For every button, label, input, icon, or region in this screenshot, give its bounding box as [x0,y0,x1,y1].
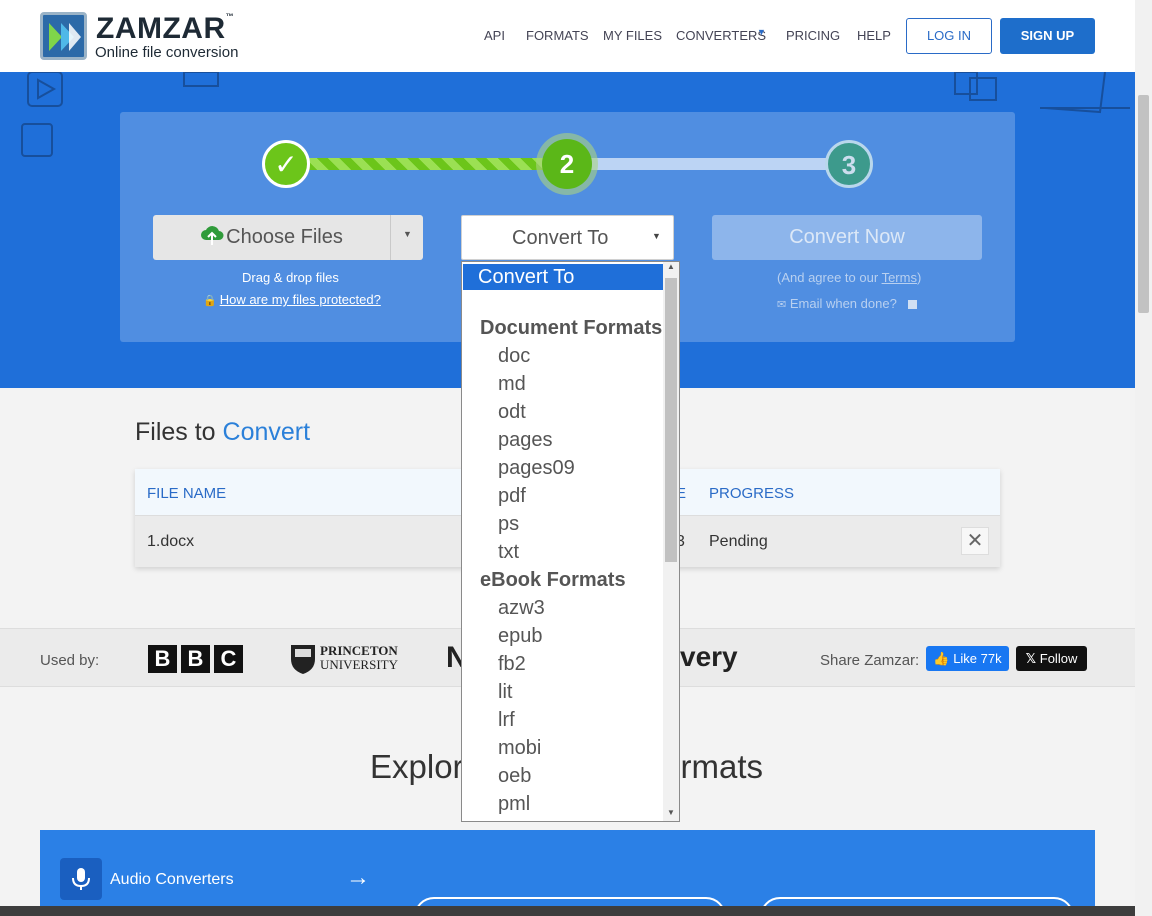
audio-converters-section: Audio Converters → [40,830,1095,916]
choose-files-label: Choose Files [226,226,343,248]
x-follow-button[interactable]: 𝕏 Follow [1016,646,1087,671]
lock-icon: 🔒 [203,295,217,307]
audio-converters-label[interactable]: Audio Converters [110,871,234,889]
dropdown-option[interactable]: odt [498,401,526,424]
dropdown-option[interactable]: pages [498,429,553,452]
convert-to-value: Convert To [512,227,609,249]
heading-highlight: Convert [222,418,311,446]
cloud-upload-icon [201,226,224,245]
close-icon: ✕ [966,530,984,552]
nav-pricing[interactable]: PRICING [786,28,840,43]
princeton-logo: PRINCETON UNIVERSITY [290,643,398,680]
signup-button[interactable]: SIGN UP [1000,18,1095,54]
convert-to-dropdown-list[interactable]: Convert To Document Formats doc md odt p… [461,261,680,822]
princeton-text: PRINCETON UNIVERSITY [320,644,398,672]
nav-converters[interactable]: CONVERTERS [676,28,766,43]
logo-title[interactable]: ZAMZAR™ [96,12,234,46]
files-to-convert-heading: Files to Convert [135,418,310,447]
dropdown-scrollbar-thumb[interactable] [665,278,677,562]
step-progress-complete [306,158,546,170]
share-label: Share Zamzar: [820,652,920,669]
remove-file-button[interactable]: ✕ [961,527,989,555]
like-label: Like 77k [953,651,1002,666]
file-name-cell: 1.docx [147,533,195,550]
dropdown-option[interactable]: lrf [498,709,515,732]
login-button[interactable]: LOG IN [906,18,992,54]
trademark: ™ [225,12,235,21]
step-2-indicator: 2 [542,139,592,189]
dropdown-option[interactable]: mobi [498,737,541,760]
agree-prefix: (And agree to our [777,270,882,285]
used-by-label: Used by: [40,652,100,669]
explore-heading-left: Explor [370,748,464,785]
bbc-logo: B B C [148,645,243,673]
thumbs-up-icon: 👍 [933,651,950,666]
dropdown-option[interactable]: txt [498,541,519,564]
dropdown-option[interactable]: fb2 [498,653,526,676]
dropdown-option[interactable]: azw3 [498,597,545,620]
step-3-indicator: 3 [825,140,873,188]
nav-help[interactable]: HELP [857,28,891,43]
optgroup-ebook-formats: eBook Formats [480,569,626,591]
microphone-icon [60,858,102,900]
chevron-down-icon: ▼ [403,229,412,239]
heading-prefix: Files to [135,418,223,446]
follow-label: Follow [1039,651,1078,666]
bbc-letter: C [214,645,243,673]
files-protected-link[interactable]: 🔒 How are my files protected? [203,292,381,307]
explore-heading-right: rmats [680,748,764,785]
choose-files-button[interactable]: Choose Files [153,215,390,260]
email-when-done-label: Email when done? [789,296,897,311]
nav-formats[interactable]: FORMATS [526,28,589,43]
dropdown-option[interactable]: md [498,373,526,396]
terms-link[interactable]: Terms [882,270,917,285]
site-header: ZAMZAR™ Online file conversion API FORMA… [0,0,1135,72]
files-protected-text: How are my files protected? [219,292,381,307]
facebook-like-button[interactable]: 👍 Like 77k [926,646,1009,671]
envelope-icon: ✉ [777,299,787,311]
dropdown-option[interactable]: pages09 [498,457,575,480]
dropdown-option[interactable]: epub [498,625,543,648]
dropdown-option[interactable]: ps [498,513,519,536]
taskbar-strip [0,906,1152,916]
logo-subtitle: Online file conversion [95,44,239,61]
convert-now-button[interactable]: Convert Now [712,215,982,260]
dropdown-option[interactable]: oeb [498,765,531,788]
email-when-done: ✉ Email when done? [777,296,918,311]
zamzar-logo-icon[interactable] [40,12,87,60]
logo-title-text: ZAMZAR [96,12,226,45]
dropdown-option[interactable]: doc [498,345,530,368]
bbc-letter: B [181,645,210,673]
arrow-right-icon[interactable]: → [346,864,370,892]
scroll-down-arrow-icon[interactable]: ▼ [667,808,675,817]
nav-my-files[interactable]: MY FILES [603,28,662,43]
princeton-line-1: PRINCETON [320,643,398,658]
choose-files-dropdown-toggle[interactable]: ▼ [390,215,423,260]
converters-caret-icon: ▼ [757,27,766,37]
princeton-shield-icon [291,645,315,674]
dropdown-option[interactable]: pdf [498,485,526,508]
progress-cell: Pending [709,533,768,550]
agree-terms-text: (And agree to our Terms) [777,270,921,285]
step-1-check-icon: ✓ [262,140,310,188]
convert-to-select[interactable]: Convert To ▼ [461,215,674,260]
email-checkbox[interactable] [908,300,918,309]
page-scrollbar-thumb[interactable] [1138,95,1149,313]
bbc-letter: B [148,645,177,673]
x-logo-icon: 𝕏 [1025,651,1037,666]
column-file-name: FILE NAME [147,485,227,502]
dropdown-option[interactable]: pml [498,793,530,816]
drag-drop-text: Drag & drop files [242,270,339,285]
partial-logo-discovery: very [680,641,738,672]
agree-suffix: ) [916,270,922,285]
dropdown-option[interactable]: lit [498,681,512,704]
column-progress: PROGRESS [709,485,795,502]
nav-api[interactable]: API [484,28,505,43]
optgroup-document-formats: Document Formats [480,317,663,339]
step-progress-pending [590,158,830,170]
dropdown-option-selected[interactable]: Convert To [463,264,663,290]
princeton-line-2: UNIVERSITY [320,657,398,672]
scroll-up-arrow-icon[interactable]: ▲ [667,262,675,271]
chevron-down-icon: ▼ [652,231,661,241]
